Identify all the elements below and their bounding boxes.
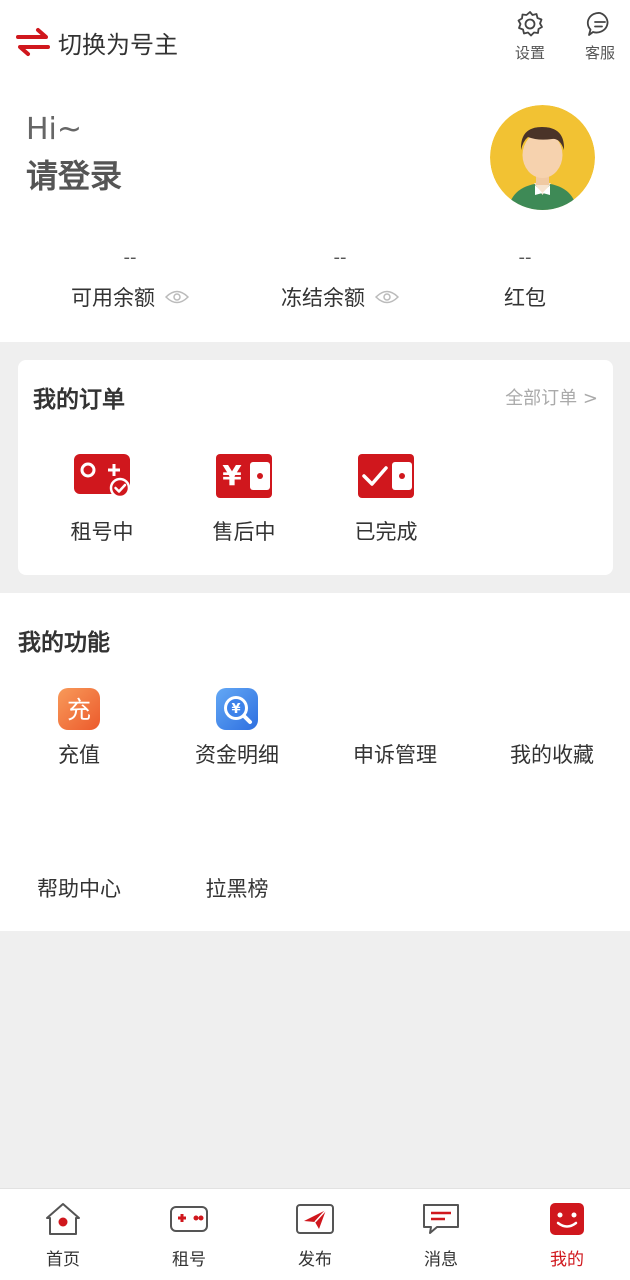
available-balance: -- 可用余额 <box>30 240 230 330</box>
fund-icon-text: ¥ <box>231 702 240 717</box>
red-packet-label: 红包 <box>504 286 546 310</box>
customer-service-button[interactable]: 客服 <box>570 10 630 70</box>
eye-icon[interactable] <box>165 289 189 305</box>
order-renting[interactable]: 租号中 <box>42 450 162 550</box>
customer-service-label: 客服 <box>584 44 615 62</box>
nav-publish-label: 发布 <box>298 1250 332 1270</box>
nav-messages[interactable]: 消息 <box>378 1201 504 1275</box>
available-balance-label: 可用余额 <box>71 286 155 310</box>
function-my-favorites-label: 我的收藏 <box>510 743 594 767</box>
svg-text:¥: ¥ <box>222 459 242 492</box>
function-appeal-management-label: 申诉管理 <box>353 743 437 767</box>
nav-rent-label: 租号 <box>172 1250 206 1270</box>
function-my-favorites[interactable]: 我的收藏 <box>482 739 622 769</box>
gear-icon <box>516 10 544 38</box>
login-link[interactable]: 请登录 <box>26 154 122 198</box>
red-packet-value: -- <box>518 247 532 268</box>
frozen-balance-label: 冻结余额 <box>281 286 365 310</box>
top-bar: 切换为号主 设置 客服 <box>0 0 630 80</box>
my-orders-card: 我的订单 全部订单 > 租号中 ¥ 售后中 已完成 <box>18 360 613 575</box>
profile-header-section: 切换为号主 设置 客服 Hi~ 请登录 -- 可用余额 -- 冻结余额 -- 红… <box>0 0 630 342</box>
function-blacklist-label: 拉黑榜 <box>205 877 269 901</box>
my-orders-title: 我的订单 <box>33 387 125 413</box>
nav-home-label: 首页 <box>46 1250 80 1270</box>
order-after-sales-label: 售后中 <box>212 520 276 544</box>
default-avatar-icon <box>490 105 595 210</box>
yen-wallet-icon: ¥ <box>214 450 274 500</box>
recharge-icon: 充 <box>57 687 101 731</box>
eye-icon[interactable] <box>375 289 399 305</box>
nav-me[interactable]: 我的 <box>504 1201 630 1275</box>
function-recharge-label: 充值 <box>58 743 100 767</box>
function-help-center[interactable]: 帮助中心 <box>9 873 149 903</box>
order-completed-label: 已完成 <box>354 520 418 544</box>
function-recharge[interactable]: 充 充值 <box>9 687 149 769</box>
settings-button[interactable]: 设置 <box>500 10 560 70</box>
chat-bubble-icon <box>586 10 614 38</box>
nav-me-label: 我的 <box>550 1250 584 1270</box>
all-orders-link[interactable]: 全部订单 > <box>505 384 598 410</box>
function-appeal-management[interactable]: 申诉管理 <box>325 739 465 769</box>
red-packet-balance[interactable]: -- 红包 <box>425 240 625 330</box>
function-help-center-label: 帮助中心 <box>37 877 121 901</box>
function-fund-details[interactable]: ¥ 资金明细 <box>167 687 307 769</box>
gamepad-icon <box>169 1201 209 1237</box>
balance-row: -- 可用余额 -- 冻结余额 -- 红包 <box>0 240 630 330</box>
message-icon <box>421 1201 461 1237</box>
home-icon <box>43 1201 83 1237</box>
check-wallet-icon <box>356 450 416 500</box>
bottom-nav: 首页 租号 发布 消息 我的 <box>0 1188 630 1280</box>
frozen-balance: -- 冻结余额 <box>240 240 440 330</box>
order-completed[interactable]: 已完成 <box>326 450 446 550</box>
recharge-icon-text: 充 <box>67 696 91 724</box>
fund-search-icon: ¥ <box>215 687 259 731</box>
nav-publish[interactable]: 发布 <box>252 1201 378 1275</box>
function-fund-details-label: 资金明细 <box>195 743 279 767</box>
my-functions-title: 我的功能 <box>18 630 110 656</box>
my-functions-section: 我的功能 充 充值 ¥ 资金明细 申诉管理 我的收藏 帮助中心 拉黑榜 <box>0 593 630 931</box>
settings-label: 设置 <box>514 44 545 62</box>
me-icon <box>547 1201 587 1237</box>
gamepad-check-icon <box>72 450 132 500</box>
switch-role-button[interactable]: 切换为号主 <box>16 22 178 62</box>
order-after-sales[interactable]: ¥ 售后中 <box>184 450 304 550</box>
switch-arrows-icon <box>16 27 50 57</box>
avatar[interactable] <box>490 105 595 210</box>
frozen-balance-value: -- <box>333 247 347 268</box>
nav-messages-label: 消息 <box>424 1250 458 1270</box>
function-blacklist[interactable]: 拉黑榜 <box>167 873 307 903</box>
order-renting-label: 租号中 <box>70 520 134 544</box>
nav-rent[interactable]: 租号 <box>126 1201 252 1275</box>
send-icon <box>295 1201 335 1237</box>
available-balance-value: -- <box>123 247 137 268</box>
greeting-block: Hi~ 请登录 <box>26 112 122 198</box>
nav-home[interactable]: 首页 <box>0 1201 126 1275</box>
switch-role-label: 切换为号主 <box>58 30 178 59</box>
greeting-text: Hi~ <box>26 112 83 147</box>
